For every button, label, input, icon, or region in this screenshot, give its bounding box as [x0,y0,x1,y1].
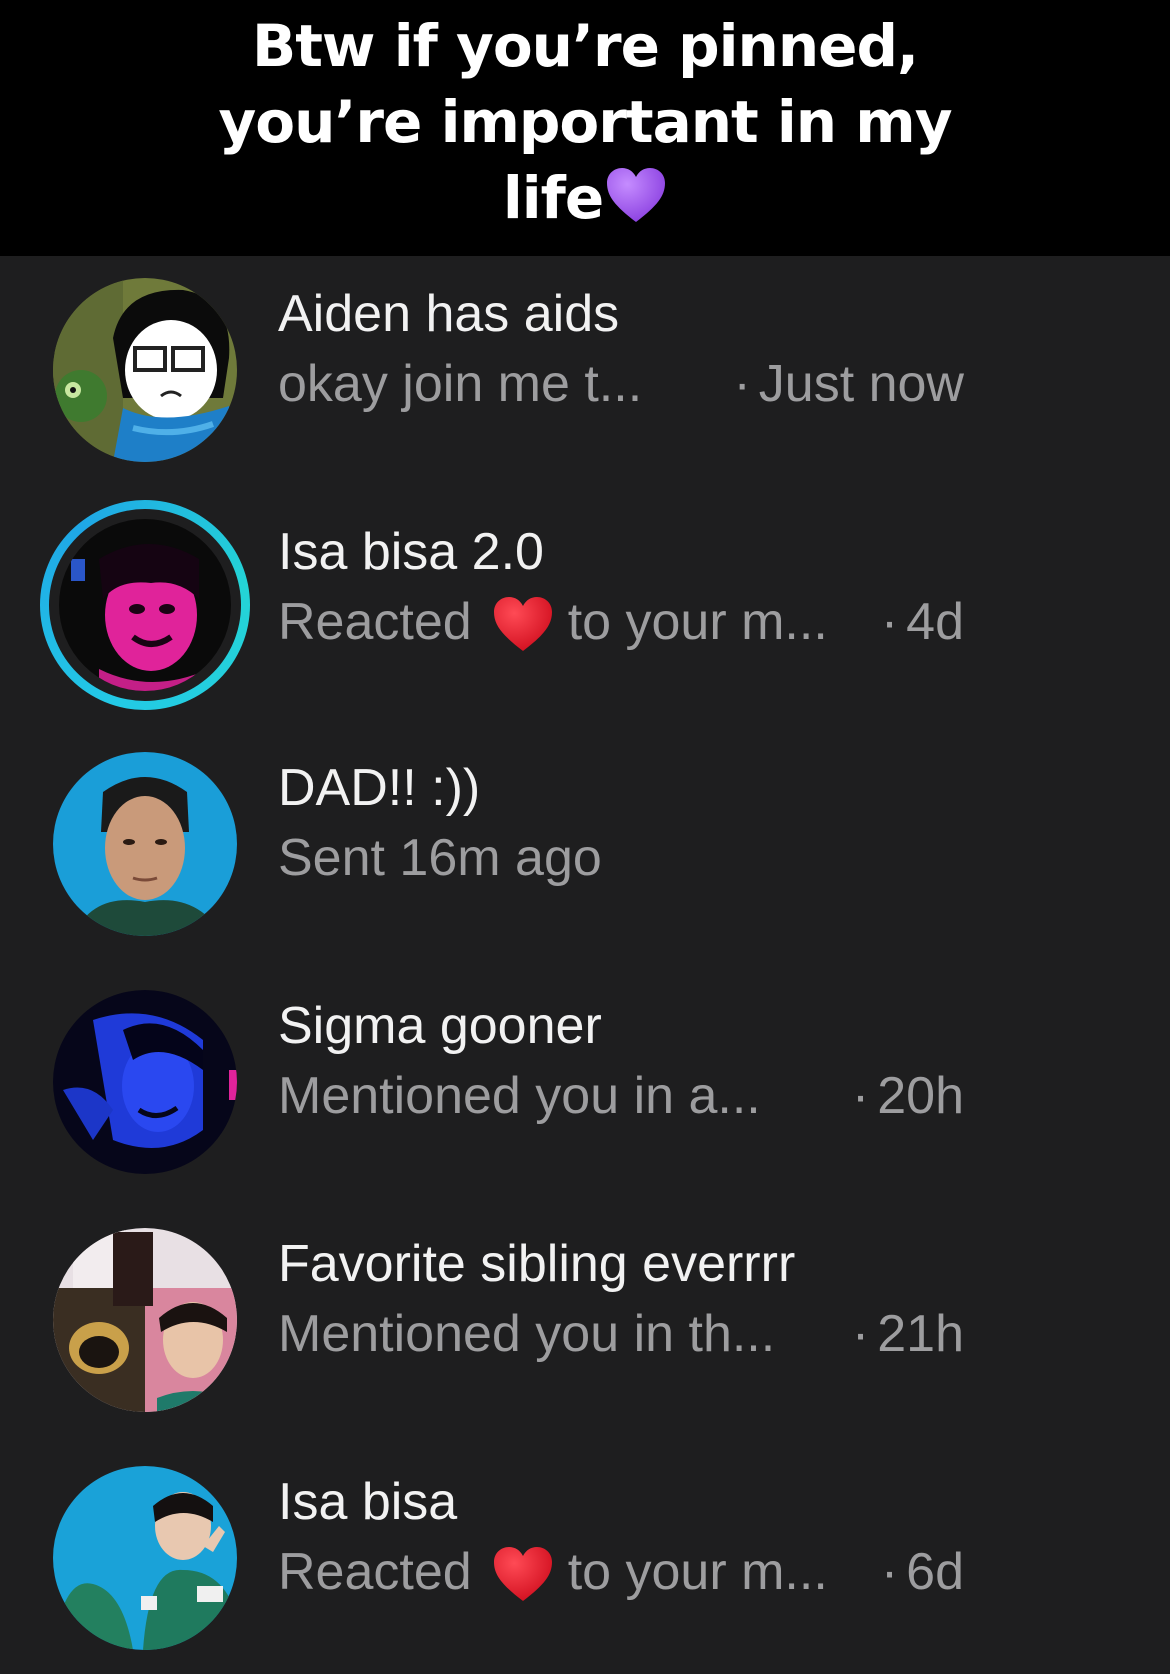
chat-row-sigma[interactable]: Sigma gooner Mentioned you in a... · 20h [0,968,1170,1188]
chat-time-value: 21h [877,1305,964,1363]
chat-preview: Mentioned you in a... [278,1067,761,1125]
chat-name: Favorite sibling everrrr [278,1235,796,1293]
avatar-sigma[interactable] [53,990,237,1174]
purple-heart-icon [605,166,667,242]
separator-dot: · [880,1543,899,1601]
chat-time: · Just now [733,354,964,414]
separator-dot: · [733,355,751,413]
avatar-isa-bisa[interactable] [53,1466,237,1650]
chat-preview: Sent 16m ago [278,829,602,887]
separator-dot: · [880,593,899,651]
chat-row-dad[interactable]: DAD!! :)) Sent 16m ago [0,730,1170,950]
story-ring[interactable] [40,500,250,710]
separator-dot: · [851,1305,870,1363]
chat-name: DAD!! :)) [278,759,481,817]
chat-time-value: 4d [906,593,964,651]
chat-row-aiden[interactable]: Aiden has aids okay join me t... · Just n… [0,256,1170,476]
caption-line-1: Btw if you’re pinned, [252,12,919,80]
chat-row-favorite-sibling[interactable]: Favorite sibling everrrr Mentioned you i… [0,1206,1170,1426]
chat-time: · 21h [852,1304,964,1364]
caption-text: Btw if you’re pinned, you’re important i… [205,8,965,242]
chat-name: Isa bisa [278,1473,458,1531]
chat-preview: Mentioned you in th... [278,1305,776,1363]
chat-time-value: 6d [906,1543,964,1601]
chat-row-isa-bisa[interactable]: Isa bisa Reacted to your m... · 6d [0,1444,1170,1664]
separator-dot: · [851,1067,870,1125]
chat-preview: okay join me t... [278,355,643,413]
red-heart-icon [492,1545,554,1616]
chat-preview-before: Reacted [278,1543,472,1601]
avatar-isa-bisa-2 [59,519,231,691]
chat-name: Sigma gooner [278,997,602,1055]
caption-line-2: you’re important in my [218,88,952,156]
chat-name: Aiden has aids [278,285,620,343]
chat-row-isa-bisa-2[interactable]: Isa bisa 2.0 Reacted to your m... · 4d [0,494,1170,714]
caption-line-3: life [502,164,604,232]
chat-time: · 6d [881,1542,964,1602]
avatar-favorite-sibling[interactable] [53,1228,237,1412]
chat-time: · 4d [881,592,964,652]
chat-time-value: 20h [877,1067,964,1125]
chat-time: · 20h [852,1066,964,1126]
avatar-dad[interactable] [53,752,237,936]
caption-banner: Btw if you’re pinned, you’re important i… [0,0,1170,256]
red-heart-icon [492,595,554,666]
chat-time-value: Just now [758,355,964,413]
chat-preview-after: to your m... [567,1543,828,1601]
avatar-aiden[interactable] [53,278,237,462]
chat-preview-after: to your m... [567,593,828,651]
chat-preview-before: Reacted [278,593,472,651]
chat-preview: Reacted to your m... [278,592,828,666]
chat-preview: Reacted to your m... [278,1542,828,1616]
chat-name: Isa bisa 2.0 [278,523,544,581]
